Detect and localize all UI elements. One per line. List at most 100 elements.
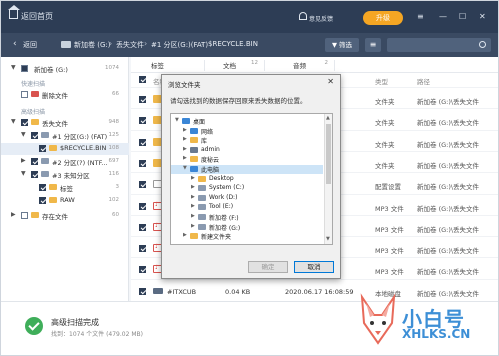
search-input[interactable] xyxy=(387,38,491,52)
row-checkbox[interactable] xyxy=(139,181,146,189)
checkbox[interactable] xyxy=(31,132,38,139)
checkbox[interactable] xyxy=(31,158,38,165)
feedback-link[interactable]: 意见反馈 xyxy=(309,14,333,23)
row-checkbox[interactable] xyxy=(139,96,146,103)
checkbox[interactable] xyxy=(39,184,46,191)
caret-down-icon[interactable]: ▼ xyxy=(175,117,179,123)
select-all-checkbox[interactable] xyxy=(139,76,146,83)
folder-tree-item[interactable]: ▶ admin xyxy=(171,146,323,155)
folder-tree-label: Desktop xyxy=(209,174,234,182)
caret-right-icon[interactable]: ▶ xyxy=(191,184,195,190)
column-header-type[interactable]: 类型 xyxy=(375,76,388,86)
home-icon[interactable] xyxy=(8,5,20,19)
close-icon[interactable]: ✕ xyxy=(479,12,486,21)
row-checkbox[interactable] xyxy=(139,245,146,253)
checkbox[interactable] xyxy=(39,145,46,152)
caret-right-icon[interactable]: ▶ xyxy=(191,213,195,219)
sidebar-item-deleted[interactable]: 删除文件 66 xyxy=(1,89,129,101)
caret-right-icon[interactable]: ▶ xyxy=(191,175,195,181)
list-view-button[interactable]: ≡ xyxy=(365,38,381,52)
caret-down-icon[interactable]: ▼ xyxy=(21,170,26,177)
folder-tree-label: Work (D:) xyxy=(209,193,238,201)
upgrade-button[interactable]: 升级 xyxy=(363,11,403,25)
checkbox[interactable] xyxy=(21,119,28,126)
cancel-button[interactable]: 取消 xyxy=(294,261,334,273)
folder-tree-item[interactable]: ▶ 度秘云 xyxy=(171,155,323,164)
caret-right-icon[interactable]: ▶ xyxy=(191,223,195,229)
breadcrumb-lost[interactable]: 丢失文件 xyxy=(116,40,144,50)
sidebar-item-tags[interactable]: 标签 3 xyxy=(1,182,129,194)
dialog-title: 浏览文件夹 xyxy=(168,81,201,89)
row-checkbox[interactable] xyxy=(139,138,146,146)
breadcrumb-partition[interactable]: #1 分区(G:)(FAT) xyxy=(151,40,208,50)
menu-icon[interactable]: ≡ xyxy=(417,12,424,21)
tab-documents[interactable]: 文档 12 xyxy=(213,60,265,71)
folder-tree-item[interactable]: ▼ 桌面 xyxy=(171,117,323,126)
folder-tree-item[interactable]: ▶ Desktop xyxy=(171,175,323,184)
scroll-up-icon[interactable]: ▲ xyxy=(326,115,330,121)
checkbox[interactable] xyxy=(31,171,38,178)
row-checkbox[interactable] xyxy=(139,202,146,210)
headset-icon[interactable] xyxy=(299,12,307,20)
caret-down-icon[interactable]: ▼ xyxy=(11,64,16,71)
caret-down-icon[interactable]: ▼ xyxy=(21,131,26,138)
row-checkbox[interactable] xyxy=(139,266,146,274)
sidebar-item-root[interactable]: ▼ 新加卷 (G:) 1074 xyxy=(1,63,129,75)
vertical-scrollbar[interactable]: ▲ ▼ xyxy=(324,114,332,244)
breadcrumb-drive[interactable]: 新加卷 (G:) xyxy=(74,40,110,50)
caret-down-icon[interactable]: ▼ xyxy=(11,118,16,125)
sidebar-item-partition-2[interactable]: ▶ #2 分区(?) (NTF... 697 xyxy=(1,156,129,168)
caret-right-icon[interactable]: ▶ xyxy=(183,146,187,152)
chevron-left-icon[interactable]: ‹ xyxy=(13,39,17,49)
sidebar-item-partition-1[interactable]: ▼ #1 分区(G:) (FAT) 125 xyxy=(1,130,129,142)
folder-tree-item[interactable]: ▶ 库 xyxy=(171,136,323,145)
checkbox[interactable] xyxy=(21,65,28,72)
checkbox[interactable] xyxy=(21,91,28,98)
filter-button[interactable]: ▼ 筛选 xyxy=(325,38,359,52)
folder-tree-item[interactable]: ▶ 网络 xyxy=(171,127,323,136)
caret-right-icon[interactable]: ▶ xyxy=(191,203,195,209)
caret-right-icon[interactable]: ▶ xyxy=(11,211,16,218)
row-checkbox[interactable] xyxy=(139,159,146,167)
caret-right-icon[interactable]: ▶ xyxy=(183,232,187,238)
caret-right-icon[interactable]: ▶ xyxy=(183,136,187,142)
row-checkbox[interactable] xyxy=(139,223,146,231)
breadcrumb-recycle[interactable]: $RECYCLE.BIN xyxy=(208,40,258,48)
folder-tree-item[interactable]: ▶ Work (D:) xyxy=(171,194,323,203)
back-button[interactable]: 返回 xyxy=(23,40,37,50)
folder-tree-item[interactable]: ▶ 新加卷 (G:) xyxy=(171,223,323,232)
sidebar-item-partition-3[interactable]: ▼ #3 未知分区 116 xyxy=(1,169,129,181)
folder-tree-item[interactable]: ▼ 此电脑 xyxy=(171,165,323,174)
scroll-down-icon[interactable]: ▼ xyxy=(326,236,330,242)
drive-icon xyxy=(41,171,49,177)
tab-tags[interactable]: 标签 xyxy=(141,60,205,71)
folder-tree-item[interactable]: ▶ Tool (E:) xyxy=(171,203,323,212)
folder-tree-item[interactable]: ▶ 新建文件夹 xyxy=(171,232,323,241)
scroll-thumb[interactable] xyxy=(326,124,331,184)
folder-tree-label: 新建文件夹 xyxy=(201,234,232,242)
caret-right-icon[interactable]: ▶ xyxy=(183,127,187,133)
search-icon[interactable] xyxy=(479,41,486,48)
sidebar-item-raw[interactable]: RAW 102 xyxy=(1,195,129,207)
checkbox[interactable] xyxy=(39,197,46,204)
folder-tree-item[interactable]: ▶ System (C:) xyxy=(171,184,323,193)
maximize-icon[interactable]: ☐ xyxy=(459,12,466,21)
folder-tree-item[interactable]: ▶ 新加卷 (F:) xyxy=(171,213,323,222)
sidebar-item-existing[interactable]: ▶ 存在文件 60 xyxy=(1,210,129,222)
row-checkbox[interactable] xyxy=(139,287,146,295)
checkbox[interactable] xyxy=(21,212,28,219)
row-checkbox[interactable] xyxy=(139,117,146,125)
close-icon[interactable]: ✕ xyxy=(327,77,334,86)
column-header-path[interactable]: 路径 xyxy=(417,76,430,86)
caret-down-icon[interactable]: ▼ xyxy=(183,165,187,171)
minimize-icon[interactable]: — xyxy=(439,12,447,21)
caret-right-icon[interactable]: ▶ xyxy=(191,194,195,200)
caret-right-icon[interactable]: ▶ xyxy=(21,157,26,164)
sidebar-item-lost[interactable]: ▼ 丢失文件 948 xyxy=(1,117,129,129)
sidebar-item-recycle[interactable]: $RECYCLE.BIN 108 xyxy=(1,143,129,155)
tab-audio[interactable]: 音频 2 xyxy=(283,60,335,71)
ok-button[interactable]: 确定 xyxy=(248,261,288,273)
watermark-domain: XHLKS.CN xyxy=(402,327,471,341)
caret-right-icon[interactable]: ▶ xyxy=(183,155,187,161)
home-link[interactable]: 返回首页 xyxy=(21,11,53,22)
